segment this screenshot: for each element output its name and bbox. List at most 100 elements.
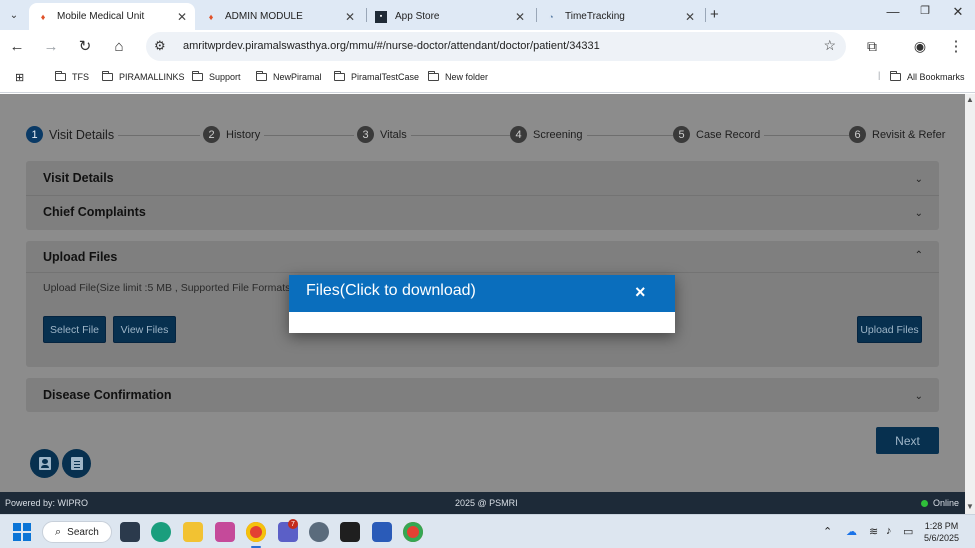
close-tab-icon[interactable]: ✕ xyxy=(345,10,355,24)
system-clock[interactable]: 1:28 PM 5/6/2025 xyxy=(924,520,959,544)
reload-icon[interactable]: ↻ xyxy=(75,36,95,56)
new-tab-plus-icon[interactable]: + xyxy=(710,6,719,23)
url-text[interactable]: amritwprdev.piramalswasthya.org/mmu/#/nu… xyxy=(183,40,600,52)
scroll-down-arrow-icon[interactable]: ▼ xyxy=(966,502,974,511)
wifi-icon[interactable]: ≋ xyxy=(869,525,878,538)
address-bar[interactable]: ⚙ amritwprdev.piramalswasthya.org/mmu/#/… xyxy=(146,32,846,61)
tab-search-chevron-icon[interactable]: ⌄ xyxy=(4,5,24,25)
document-icon xyxy=(70,457,83,470)
flame-favicon-icon: ♦ xyxy=(208,11,214,22)
edge-browser-icon[interactable] xyxy=(151,522,171,542)
photos-app-icon[interactable] xyxy=(215,522,235,542)
step-label: Screening xyxy=(533,128,583,141)
browser-tab-strip: ⌄ ♦ Mobile Medical Unit ✕ ♦ ADMIN MODULE… xyxy=(0,0,975,30)
files-dialog-title: Files(Click to download) xyxy=(306,282,476,299)
step-connector xyxy=(758,135,854,136)
step-case-record[interactable]: 5 Case Record xyxy=(673,126,765,143)
step-label: Revisit & Refer xyxy=(872,128,946,141)
file-explorer-icon[interactable] xyxy=(183,522,203,542)
forward-arrow-icon[interactable]: → xyxy=(41,36,61,56)
word-icon[interactable] xyxy=(372,522,392,542)
close-window-icon[interactable]: ✕ xyxy=(943,4,973,20)
files-dialog: Files(Click to download) × xyxy=(289,275,675,333)
bookmark-folder-piramallinks[interactable]: PIRAMALLINKS xyxy=(102,71,185,82)
terminal-icon[interactable] xyxy=(340,522,360,542)
step-history[interactable]: 2 History xyxy=(203,126,265,143)
upload-files-header[interactable]: Upload Files xyxy=(43,250,117,264)
step-visit-details[interactable]: 1 Visit Details xyxy=(26,126,119,143)
settings-gear-icon[interactable] xyxy=(309,522,329,542)
minimize-icon[interactable]: — xyxy=(878,4,908,19)
status-label: Online xyxy=(932,498,959,508)
apps-grid-icon[interactable]: ⊞ xyxy=(15,71,24,84)
close-tab-icon[interactable]: ✕ xyxy=(685,10,695,24)
bookmark-label: All Bookmarks xyxy=(907,72,965,82)
tab-mobile-medical-unit[interactable]: ♦ Mobile Medical Unit ✕ xyxy=(29,3,195,30)
search-icon: ⌕ xyxy=(55,525,62,538)
scroll-up-arrow-icon[interactable]: ▲ xyxy=(966,95,974,104)
bookmark-folder-new-folder[interactable]: New folder xyxy=(428,71,488,82)
tab-app-store[interactable]: ▪ App Store ✕ xyxy=(367,3,533,30)
select-file-button[interactable]: Select File xyxy=(43,316,106,343)
extensions-puzzle-icon[interactable]: ⧉ xyxy=(862,36,882,56)
tab-time-tracking[interactable]: ◔ TimeTracking ✕ xyxy=(537,3,703,30)
windows-start-icon[interactable] xyxy=(13,523,31,541)
upload-files-button[interactable]: Upload Files xyxy=(857,316,922,343)
visit-details-header[interactable]: Visit Details xyxy=(43,171,114,185)
bookmark-folder-newpiramal[interactable]: NewPiramal xyxy=(256,71,322,82)
folder-icon xyxy=(256,71,267,81)
task-view-icon[interactable] xyxy=(120,522,140,542)
bookmark-folder-tfs[interactable]: TFS xyxy=(55,71,89,82)
step-vitals[interactable]: 3 Vitals xyxy=(357,126,411,143)
document-button[interactable] xyxy=(62,449,91,478)
windows-taskbar: ⌕ Search 7 ⌃ ☁ ≋ ♪ ▭ 1:28 PM 5/6/2025 xyxy=(0,514,975,548)
tab-admin-module[interactable]: ♦ ADMIN MODULE ✕ xyxy=(197,3,363,30)
bookmarks-bar: ⊞ TFS PIRAMALLINKS Support NewPiramal Pi… xyxy=(0,63,975,93)
folder-icon xyxy=(192,71,203,81)
restore-icon[interactable]: ❐ xyxy=(910,4,940,17)
bookmark-star-icon[interactable]: ☆ xyxy=(823,37,836,54)
volume-icon[interactable]: ♪ xyxy=(886,525,892,537)
profile-avatar-icon[interactable]: ◉ xyxy=(910,36,930,56)
chevron-down-icon[interactable]: ⌄ xyxy=(915,174,923,185)
show-hidden-icons-chevron-icon[interactable]: ⌃ xyxy=(823,525,832,538)
close-tab-icon[interactable]: ✕ xyxy=(515,10,525,24)
chief-complaints-header[interactable]: Chief Complaints xyxy=(43,205,146,219)
chevron-up-icon[interactable]: ⌃ xyxy=(915,250,923,261)
view-files-button[interactable]: View Files xyxy=(113,316,176,343)
disease-confirmation-header[interactable]: Disease Confirmation xyxy=(43,388,172,402)
teams-notification-badge: 7 xyxy=(288,519,298,529)
step-screening[interactable]: 4 Screening xyxy=(510,126,587,143)
chrome-icon[interactable] xyxy=(246,522,266,542)
page-scrollbar[interactable]: ▲ ▼ xyxy=(965,94,975,514)
patient-profile-button[interactable] xyxy=(30,449,59,478)
step-number: 4 xyxy=(510,126,527,143)
back-arrow-icon[interactable]: ← xyxy=(7,36,27,56)
site-info-tune-icon[interactable]: ⚙ xyxy=(154,38,166,54)
battery-icon[interactable]: ▭ xyxy=(903,525,913,538)
step-revisit-refer[interactable]: 6 Revisit & Refer xyxy=(849,126,950,143)
bookmark-folder-piramaltestcase[interactable]: PiramalTestCase xyxy=(334,71,419,82)
step-connector xyxy=(408,135,514,136)
powered-by-text: Powered by: WIPRO xyxy=(5,498,89,508)
onedrive-cloud-icon[interactable]: ☁ xyxy=(846,525,857,538)
chevron-down-icon[interactable]: ⌄ xyxy=(915,391,923,402)
home-icon[interactable]: ⌂ xyxy=(109,36,129,56)
close-tab-icon[interactable]: ✕ xyxy=(177,10,187,24)
all-bookmarks[interactable]: All Bookmarks xyxy=(890,71,965,82)
timetracking-favicon-icon: ◔ xyxy=(548,11,554,22)
chrome-profile-icon[interactable] xyxy=(403,522,423,542)
connection-status: Online xyxy=(920,498,959,508)
bookmark-folder-support[interactable]: Support xyxy=(192,71,241,82)
chevron-down-icon[interactable]: ⌄ xyxy=(915,208,923,219)
copyright-text: 2025 @ PSMRI xyxy=(455,498,518,508)
clock-date: 5/6/2025 xyxy=(924,533,960,543)
next-button[interactable]: Next xyxy=(876,427,939,454)
close-dialog-icon[interactable]: × xyxy=(635,283,646,301)
step-number: 2 xyxy=(203,126,220,143)
online-status-dot-icon xyxy=(920,499,928,507)
chrome-menu-icon[interactable]: ⋮ xyxy=(946,36,966,56)
folder-icon xyxy=(102,71,113,81)
step-number: 3 xyxy=(357,126,374,143)
taskbar-search[interactable]: ⌕ Search xyxy=(42,521,112,543)
